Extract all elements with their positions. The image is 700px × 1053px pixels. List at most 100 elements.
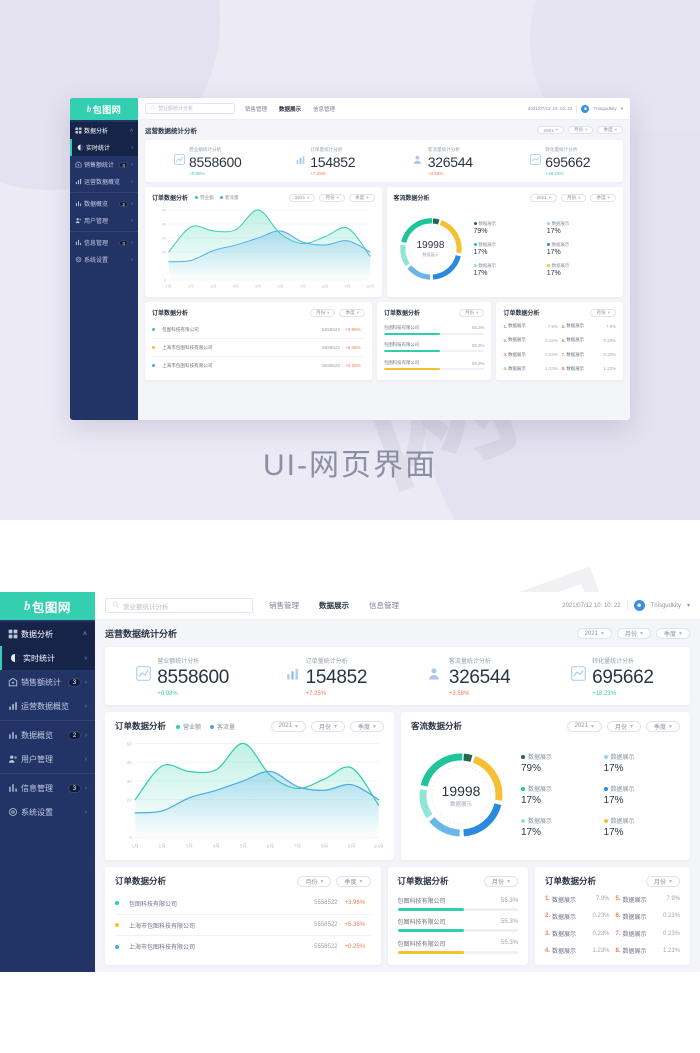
rank-index: 6. xyxy=(615,913,621,920)
tab-sales-management[interactable]: 销售管理 xyxy=(269,600,299,611)
sidebar-item-system-settings[interactable]: 系统设置 › xyxy=(0,800,95,824)
sidebar-item-data-overview[interactable]: 数据概览 2 › xyxy=(70,195,138,212)
tab-info-management[interactable]: 信息管理 xyxy=(369,600,399,611)
tab-sales-management[interactable]: 销售管理 xyxy=(245,105,267,113)
sidebar-item-system-settings[interactable]: 系统设置 › xyxy=(70,251,138,268)
search-input[interactable]: 营业额统计分析 xyxy=(145,103,235,114)
filter-quarter[interactable]: 季度 ▾ xyxy=(339,308,365,317)
filter-month[interactable]: 月份 ▾ xyxy=(590,308,616,317)
filter-month[interactable]: 月份 ▾ xyxy=(606,720,641,732)
progress-label: 包图科技有限公司 xyxy=(384,342,420,348)
rank-item[interactable]: 5. 数据展示 7.9% xyxy=(616,895,681,904)
card-title: 订单数据分析 xyxy=(503,311,540,317)
donut-legend-value: 79% xyxy=(521,763,542,774)
list-item[interactable]: 上海市包图科技有限公司 5558522 +0.25% xyxy=(115,936,371,957)
rank-value: 7.9% xyxy=(547,323,558,329)
avatar[interactable]: ☻ xyxy=(633,600,645,611)
list-item-value: 5558522 xyxy=(322,327,340,332)
filter-year[interactable]: 2021 ▾ xyxy=(530,193,557,202)
tab-data-display[interactable]: 数据展示 xyxy=(319,600,349,611)
filter-month[interactable]: 月份 ▾ xyxy=(645,875,680,887)
bar-chart-icon xyxy=(295,152,306,170)
rank-item[interactable]: 3. 数据展示 0.23% xyxy=(545,929,609,939)
chevron-down-icon: ▾ xyxy=(548,194,551,200)
filter-month[interactable]: 月份 ▾ xyxy=(297,875,332,887)
sidebar-item-info-management[interactable]: 信息管理 3 › xyxy=(0,776,95,800)
sidebar-item-data-analysis[interactable]: 数据分析 ˄ xyxy=(70,122,138,139)
filter-month[interactable]: 月份 ▾ xyxy=(319,193,345,202)
chevron-down-icon[interactable]: ▾ xyxy=(687,602,690,609)
filter-month[interactable]: 月份 ▾ xyxy=(560,193,587,202)
rank-item[interactable]: 4. 数据展示 1.23% xyxy=(503,366,557,372)
rank-item[interactable]: 1. 数据展示 7.9% xyxy=(545,895,609,904)
sidebar-item-ops-overview[interactable]: 运营数据概览 › xyxy=(70,173,138,190)
sidebar-item-ops-overview[interactable]: 运营数据概览 › xyxy=(0,694,95,718)
filter-month[interactable]: 月份 ▾ xyxy=(458,308,485,317)
filter-quarter[interactable]: 季度 ▾ xyxy=(348,193,375,202)
filter-month[interactable]: 月份 ▾ xyxy=(483,875,519,887)
rank-item[interactable]: 5. 数据展示 7.9% xyxy=(562,323,616,329)
filter-year[interactable]: 2021 ▾ xyxy=(288,193,316,202)
list-item[interactable]: 包图科技有限公司 5558522 +3.96% xyxy=(115,893,371,915)
rank-label: 数据展示 xyxy=(508,365,526,371)
filter-quarter[interactable]: 季度 ▾ xyxy=(597,126,623,134)
legend-item: 营业额 xyxy=(176,722,201,731)
tab-data-display[interactable]: 数据展示 xyxy=(279,105,301,113)
rank-item[interactable]: 7. 数据展示 0.23% xyxy=(562,352,616,358)
filter-year[interactable]: 2021 ▾ xyxy=(537,126,564,134)
sidebar-item-data-analysis[interactable]: 数据分析 ˄ xyxy=(0,622,95,646)
rank-item[interactable]: 1. 数据展示 7.9% xyxy=(503,323,557,329)
rank-item[interactable]: 4. 数据展示 1.23% xyxy=(545,946,609,956)
sidebar-item-realtime-stats[interactable]: 实时统计 › xyxy=(70,139,138,156)
progress-label: 包图科技有限公司 xyxy=(397,941,446,948)
filter-year[interactable]: 2021 ▾ xyxy=(566,720,602,732)
kpi-delta: +7.25% xyxy=(305,690,327,697)
page-body: 运营数据统计分析 2021 ▾ 月份 ▾ 季度 ▾ 营业额统计分析 8558600 +… xyxy=(138,120,630,420)
list-item[interactable]: 包图科技有限公司 5558522 +3.96% xyxy=(152,321,365,339)
rank-item[interactable]: 7. 数据展示 0.23% xyxy=(616,929,681,939)
rank-item[interactable]: 3. 数据展示 0.23% xyxy=(503,352,557,358)
filter-month[interactable]: 月份 ▾ xyxy=(309,308,336,317)
rank-item[interactable]: 8. 数据展示 1.23% xyxy=(616,946,681,956)
list-item[interactable]: 上海市包图科技有限公司 5558522 +0.25% xyxy=(152,357,365,374)
app-logo[interactable]: b 包图网 xyxy=(70,98,138,120)
app-logo[interactable]: b 包图网 xyxy=(0,592,95,620)
list-item[interactable]: 上海市包图科技有限公司 5558522 +5.36% xyxy=(152,339,365,357)
sidebar-item-user-management[interactable]: 用户管理 › xyxy=(70,212,138,229)
chevron-right-icon: › xyxy=(131,178,133,185)
filter-quarter[interactable]: 季度 ▾ xyxy=(655,628,690,639)
sidebar-item-sales-stats[interactable]: 销售额统计 3 › xyxy=(70,156,138,173)
filter-quarter[interactable]: 季度 ▾ xyxy=(590,193,616,202)
list-item[interactable]: 上海市包图科技有限公司 5558522 +5.36% xyxy=(115,915,371,937)
sidebar-item-sales-stats[interactable]: 销售额统计 3 › xyxy=(0,670,95,694)
kpi-delta: +18.23% xyxy=(545,170,564,176)
sidebar-item-realtime-stats[interactable]: 实时统计 › xyxy=(0,646,95,670)
rank-item[interactable]: 6. 数据展示 0.23% xyxy=(562,337,616,343)
filter-month[interactable]: 月份 ▾ xyxy=(567,126,594,134)
filter-quarter[interactable]: 季度 ▾ xyxy=(349,720,384,732)
progress-fill xyxy=(384,368,440,371)
rank-label: 数据展示 xyxy=(566,337,584,343)
chevron-down-icon: ▾ xyxy=(320,878,324,885)
avatar[interactable]: ☻ xyxy=(581,104,590,113)
page-filters: 2021 ▾ 月份 ▾ 季度 ▾ xyxy=(576,628,690,639)
filter-quarter[interactable]: 季度 ▾ xyxy=(645,720,680,732)
rank-index: 4. xyxy=(503,366,508,372)
sidebar-item-user-management[interactable]: 用户管理 › xyxy=(0,747,95,771)
filter-year[interactable]: 2021 ▾ xyxy=(270,720,306,732)
tab-info-management[interactable]: 信息管理 xyxy=(313,105,335,113)
filter-quarter[interactable]: 季度 ▾ xyxy=(336,875,371,887)
search-input[interactable]: 营业额统计分析 xyxy=(105,598,253,613)
filter-month[interactable]: 月份 ▾ xyxy=(616,628,651,639)
filter-year[interactable]: 2021 ▾ xyxy=(576,628,612,639)
chevron-down-icon[interactable]: ▾ xyxy=(621,106,623,112)
rank-item[interactable]: 8. 数据展示 1.23% xyxy=(562,366,616,372)
rank-item[interactable]: 6. 数据展示 0.23% xyxy=(616,912,681,921)
list-item-delta: +5.36% xyxy=(345,345,361,350)
filter-month[interactable]: 月份 ▾ xyxy=(310,720,345,732)
rank-item[interactable]: 2. 数据展示 0.23% xyxy=(503,337,557,343)
sidebar-group-1: 数据分析 ˄ 实时统计 › 销售额统计 3 › 运营数据概览 › xyxy=(0,620,95,721)
sidebar-item-info-management[interactable]: 信息管理 3 › xyxy=(70,234,138,251)
sidebar-item-data-overview[interactable]: 数据概览 2 › xyxy=(0,723,95,747)
rank-item[interactable]: 2. 数据展示 0.23% xyxy=(545,912,609,921)
